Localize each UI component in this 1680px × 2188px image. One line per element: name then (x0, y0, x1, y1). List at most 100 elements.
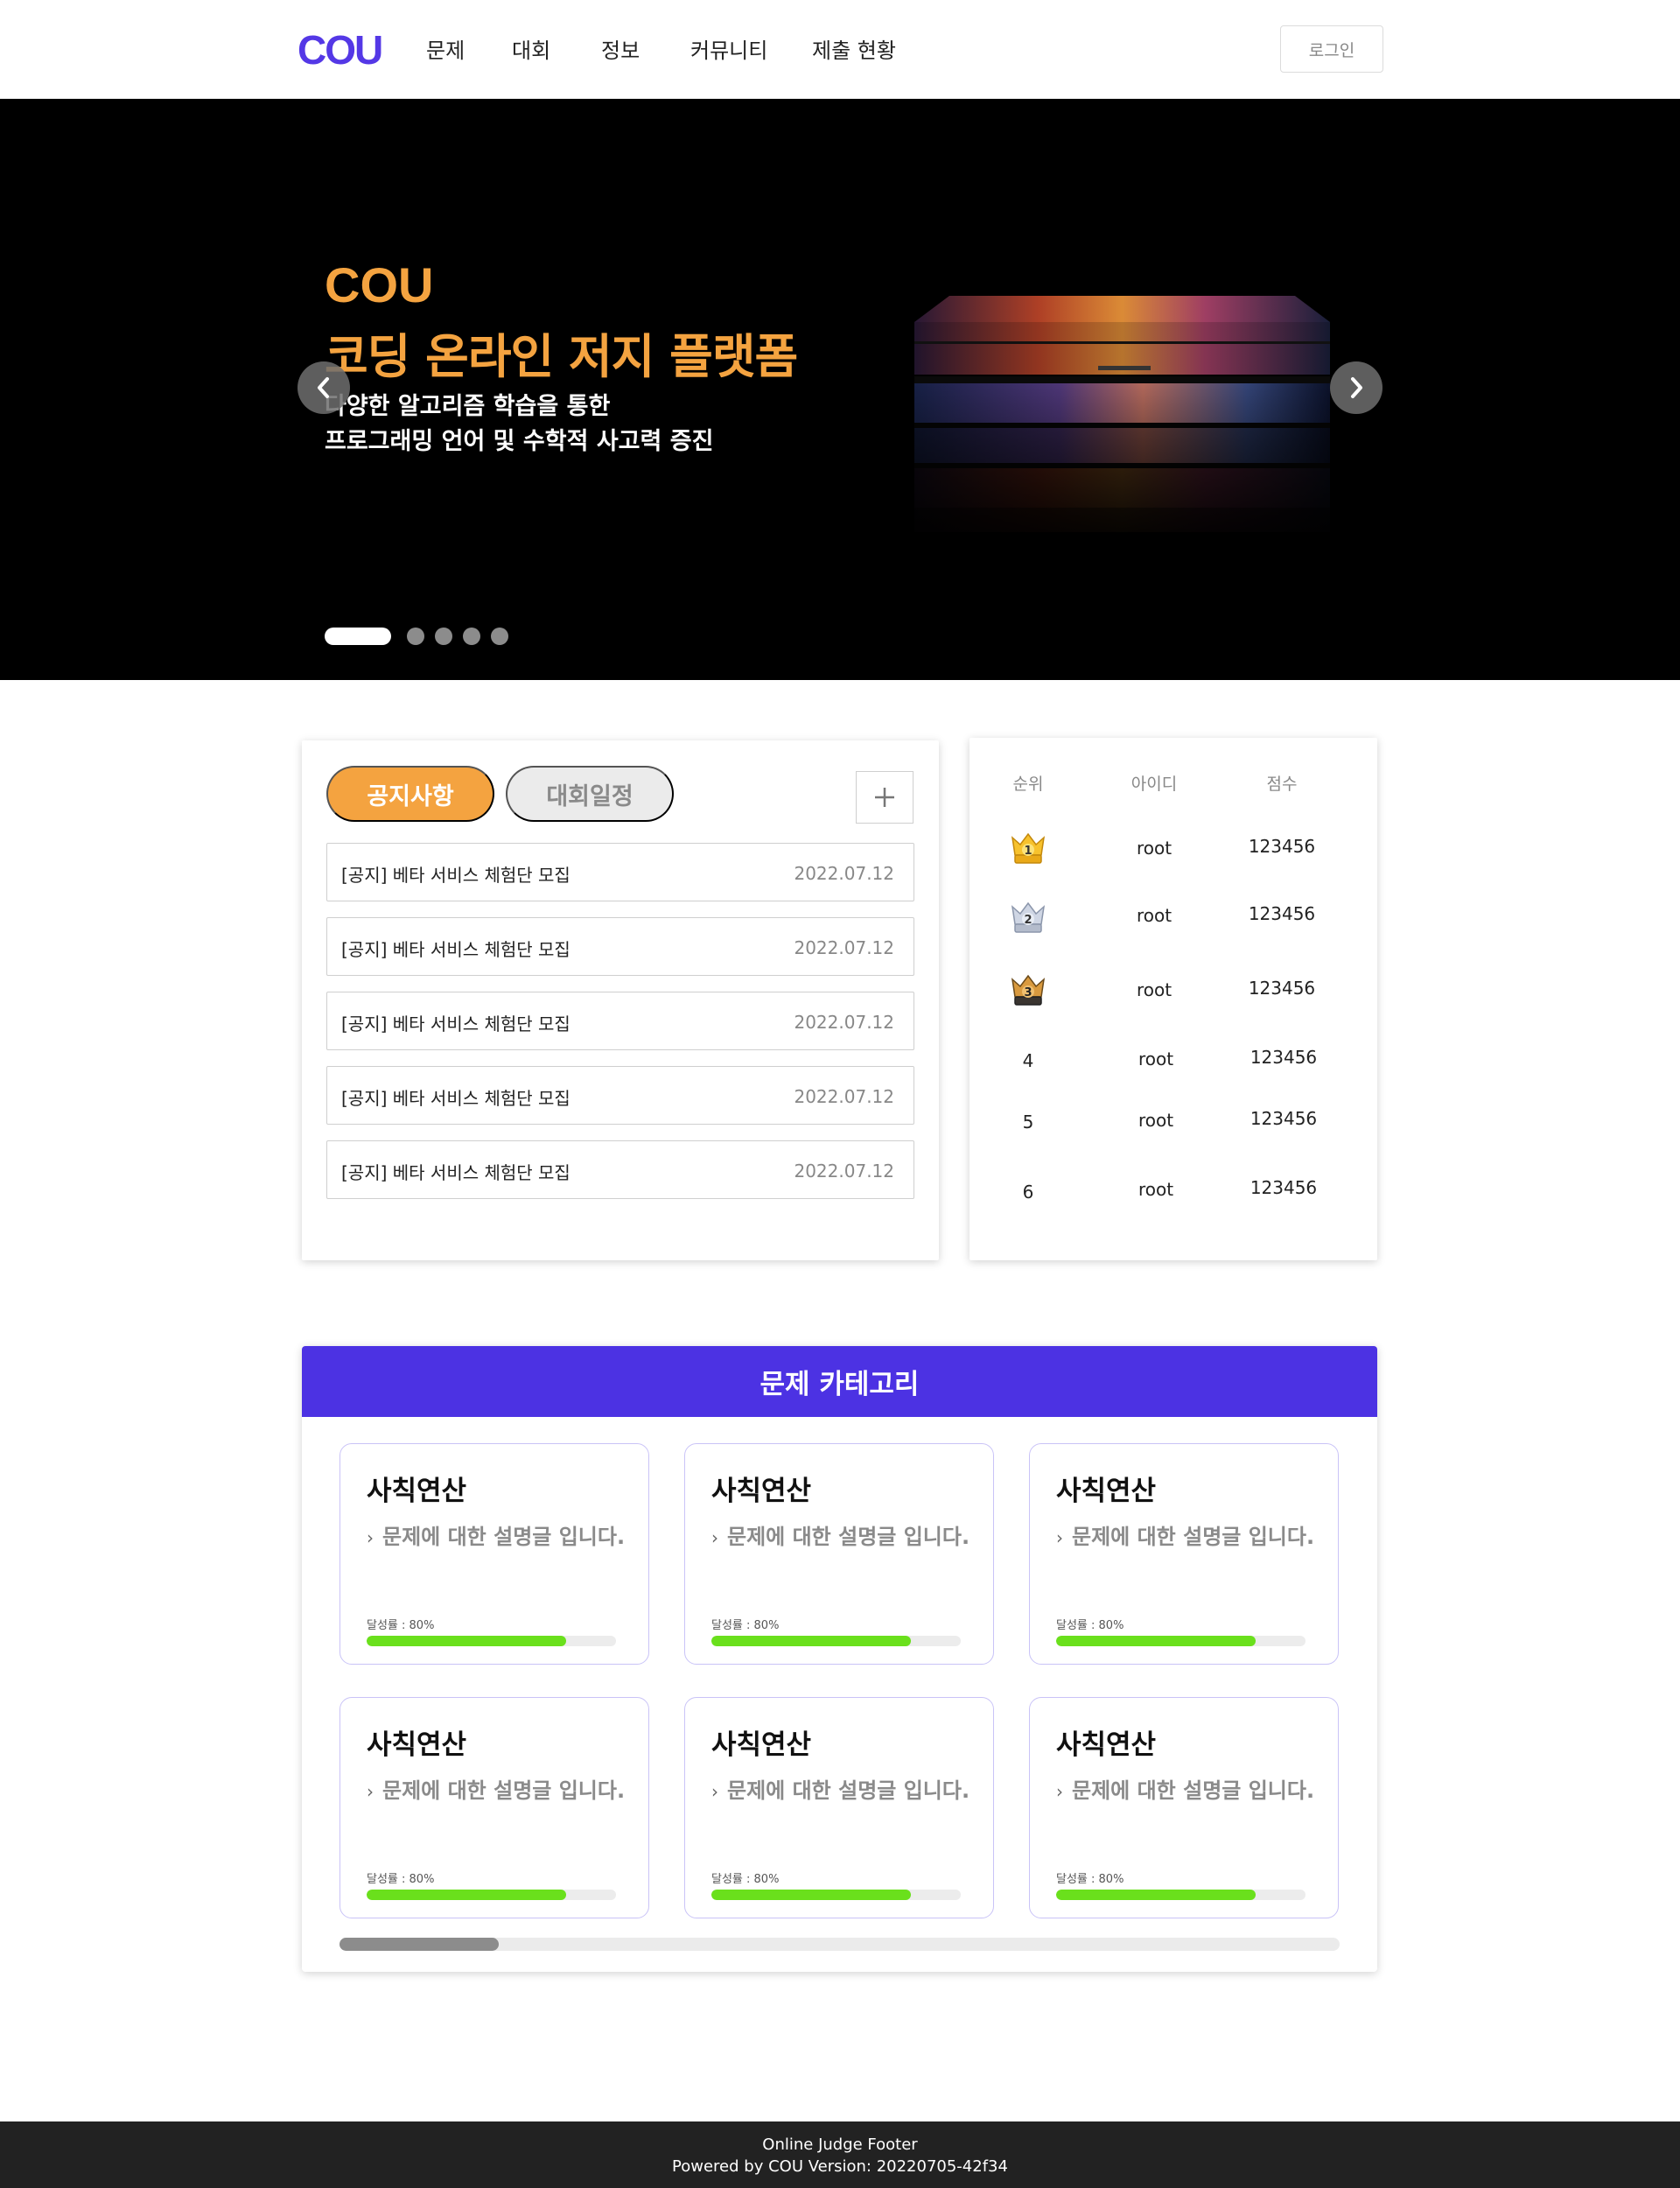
progress-bar (1056, 1636, 1306, 1646)
nav-item-problems[interactable]: 문제 (426, 33, 465, 64)
carousel-dot-1[interactable] (325, 628, 391, 645)
ranking-id[interactable]: root (1102, 905, 1207, 926)
nav-item-submissions[interactable]: 제출 현황 (812, 33, 896, 64)
nav-item-contests[interactable]: 대회 (512, 33, 550, 64)
notice-title: [공지] 베타 서비스 체험단 모집 (341, 1013, 570, 1034)
plus-icon (875, 788, 894, 807)
hero-title: 코딩 온라인 저지 플랫폼 (325, 329, 798, 384)
top-navbar: COU 문제 대회 정보 커뮤니티 제출 현황 로그인 (0, 0, 1680, 99)
achievement-label: 달성률 : 80% (711, 1619, 780, 1632)
achievement-label: 달성률 : 80% (1056, 1619, 1124, 1632)
category-description: › 문제에 대한 설명글 입니다. (711, 1519, 970, 1550)
hero-subtitle: 다양한 알고리즘 학습을 통한 프로그래밍 언어 및 수학적 사고력 증진 (325, 389, 713, 459)
category-title: 사칙연산 (1056, 1729, 1157, 1761)
chevron-right-icon: › (1056, 1527, 1063, 1548)
progress-fill (711, 1636, 911, 1646)
footer-title: Online Judge Footer (762, 2135, 918, 2154)
category-description-text: 문제에 대한 설명글 입니다. (727, 1778, 970, 1803)
svg-text:2: 2 (1024, 914, 1032, 927)
progress-bar (367, 1636, 616, 1646)
carousel-dot-4[interactable] (463, 628, 480, 645)
chevron-right-icon: › (367, 1527, 374, 1548)
carousel-prev-button[interactable] (298, 361, 350, 414)
notice-date: 2022.07.12 (794, 863, 894, 884)
scrollbar-thumb[interactable] (340, 1938, 499, 1951)
category-card[interactable]: 사칙연산 › 문제에 대한 설명글 입니다. 달성률 : 80% (1029, 1697, 1339, 1918)
notice-row[interactable]: [공지] 베타 서비스 체험단 모집 2022.07.12 (326, 1140, 914, 1199)
ranking-score: 123456 (1250, 1108, 1318, 1129)
hero-subtitle-line2: 프로그래밍 언어 및 수학적 사고력 증진 (325, 428, 714, 455)
category-card[interactable]: 사칙연산 › 문제에 대한 설명글 입니다. 달성률 : 80% (1029, 1443, 1339, 1665)
category-description: › 문제에 대한 설명글 입니다. (367, 1773, 625, 1804)
category-card[interactable]: 사칙연산 › 문제에 대한 설명글 입니다. 달성률 : 80% (340, 1443, 649, 1665)
notice-row[interactable]: [공지] 베타 서비스 체험단 모집 2022.07.12 (326, 843, 914, 901)
category-description-text: 문제에 대한 설명글 입니다. (382, 1778, 626, 1803)
nav-item-community[interactable]: 커뮤니티 (690, 33, 767, 64)
chevron-right-icon: › (711, 1781, 718, 1802)
ranking-id[interactable]: root (1102, 979, 1207, 1000)
category-description: › 문제에 대한 설명글 입니다. (711, 1773, 970, 1804)
category-description: › 문제에 대한 설명글 입니다. (1056, 1773, 1314, 1804)
notice-title: [공지] 베타 서비스 체험단 모집 (341, 1088, 570, 1109)
ranking-rank: 6 (1022, 1182, 1034, 1203)
progress-fill (711, 1890, 911, 1900)
achievement-label: 달성률 : 80% (367, 1619, 435, 1632)
bronze-medal-icon: 3 (1011, 974, 1046, 1006)
notice-date: 2022.07.12 (794, 1086, 894, 1107)
notice-date: 2022.07.12 (794, 937, 894, 958)
ranking-header-id: 아이디 (1130, 775, 1178, 794)
site-logo[interactable]: COU (298, 26, 383, 74)
tab-contest-schedule[interactable]: 대회일정 (506, 766, 674, 822)
ranking-header-rank: 순위 (1012, 775, 1044, 794)
ranking-id[interactable]: root (1103, 1048, 1208, 1069)
ranking-score: 123456 (1248, 903, 1316, 924)
footer: Online Judge Footer Powered by COU Versi… (0, 2121, 1680, 2188)
notice-title: [공지] 베타 서비스 체험단 모집 (341, 1162, 570, 1183)
problem-category-panel: 문제 카테고리 사칙연산 › 문제에 대한 설명글 입니다. 달성률 : 80% … (302, 1346, 1377, 1972)
chevron-left-icon (318, 377, 329, 398)
notice-row[interactable]: [공지] 베타 서비스 체험단 모집 2022.07.12 (326, 1066, 914, 1125)
notice-title: [공지] 베타 서비스 체험단 모집 (341, 865, 570, 886)
chevron-right-icon: › (367, 1781, 374, 1802)
ranking-score: 123456 (1248, 836, 1316, 857)
category-description-text: 문제에 대한 설명글 입니다. (1072, 1778, 1315, 1803)
carousel-dot-5[interactable] (491, 628, 508, 645)
category-description-text: 문제에 대한 설명글 입니다. (727, 1525, 970, 1549)
notice-date: 2022.07.12 (794, 1161, 894, 1182)
tab-notice[interactable]: 공지사항 (326, 766, 494, 822)
ranking-id[interactable]: root (1102, 838, 1207, 859)
notice-row[interactable]: [공지] 베타 서비스 체험단 모집 2022.07.12 (326, 917, 914, 976)
achievement-label: 달성률 : 80% (367, 1873, 435, 1886)
ranking-id[interactable]: root (1103, 1179, 1208, 1200)
carousel-dot-3[interactable] (435, 628, 452, 645)
progress-fill (367, 1636, 566, 1646)
notice-row[interactable]: [공지] 베타 서비스 체험단 모집 2022.07.12 (326, 992, 914, 1050)
add-button[interactable] (856, 771, 914, 824)
achievement-label: 달성률 : 80% (711, 1873, 780, 1886)
category-card[interactable]: 사칙연산 › 문제에 대한 설명글 입니다. 달성률 : 80% (684, 1697, 994, 1918)
progress-fill (1056, 1636, 1256, 1646)
hero-subtitle-line1: 다양한 알고리즘 학습을 통한 (325, 393, 611, 420)
nav-item-info[interactable]: 정보 (601, 33, 640, 64)
carousel-next-button[interactable] (1330, 361, 1382, 414)
ranking-id[interactable]: root (1103, 1110, 1208, 1131)
category-description-text: 문제에 대한 설명글 입니다. (382, 1525, 626, 1549)
laptop-image (914, 296, 1330, 532)
progress-bar (711, 1636, 961, 1646)
category-card[interactable]: 사칙연산 › 문제에 대한 설명글 입니다. 달성률 : 80% (684, 1443, 994, 1665)
hero-carousel: COU 코딩 온라인 저지 플랫폼 다양한 알고리즘 학습을 통한 프로그래밍 … (0, 99, 1680, 680)
ranking-score: 123456 (1248, 978, 1316, 999)
horizontal-scrollbar[interactable] (340, 1938, 1340, 1951)
carousel-dot-2[interactable] (407, 628, 424, 645)
notice-panel: 공지사항 대회일정 [공지] 베타 서비스 체험단 모집 2022.07.12 … (302, 740, 939, 1260)
category-title: 사칙연산 (367, 1729, 467, 1761)
login-button[interactable]: 로그인 (1280, 25, 1383, 73)
progress-fill (367, 1890, 566, 1900)
category-title: 사칙연산 (1056, 1476, 1157, 1507)
chevron-right-icon: › (1056, 1781, 1063, 1802)
ranking-score: 123456 (1250, 1177, 1318, 1198)
category-card[interactable]: 사칙연산 › 문제에 대한 설명글 입니다. 달성률 : 80% (340, 1697, 649, 1918)
chevron-right-icon (1351, 377, 1362, 398)
chevron-right-icon: › (711, 1527, 718, 1548)
ranking-rank: 5 (1022, 1112, 1034, 1133)
